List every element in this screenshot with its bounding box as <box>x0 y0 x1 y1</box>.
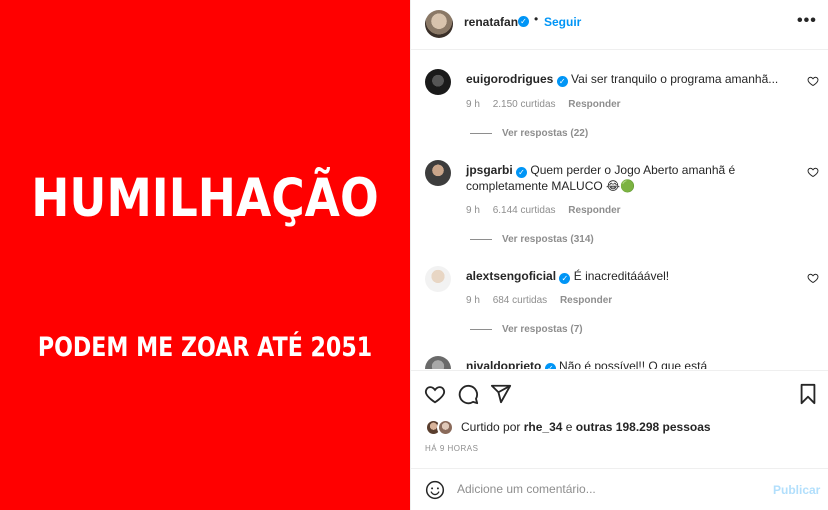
comment-meta: 9 h 684 curtidas Responder <box>466 295 622 306</box>
comment-time: 9 h <box>466 205 480 216</box>
post-side-panel: renatafan ✓ • Seguir ••• euigorodrigues … <box>410 0 828 510</box>
view-replies-label: Ver respostas (7) <box>502 324 583 335</box>
comment-text-block: alextsengoficial ✓ É inacreditááável! <box>466 268 786 284</box>
more-options-icon[interactable]: ••• <box>797 12 817 30</box>
post-timestamp[interactable]: HÁ 9 HORAS <box>425 444 478 453</box>
likes-text: Curtido por rhe_34 e outras 198.298 pess… <box>461 420 711 434</box>
replies-divider <box>470 132 492 134</box>
commenter-avatar[interactable] <box>425 69 451 95</box>
view-replies-label: Ver respostas (314) <box>502 234 594 245</box>
commenter-username[interactable]: euigorodrigues <box>466 72 553 86</box>
likes-connector: e <box>565 420 573 434</box>
comments-list[interactable]: euigorodrigues ✓ Vai ser tranquilo o pro… <box>411 51 828 369</box>
commenter-avatar[interactable] <box>425 160 451 186</box>
comment-time: 9 h <box>466 295 480 306</box>
comment-meta: 9 h 6.144 curtidas Responder <box>466 205 631 216</box>
verified-badge-icon: ✓ <box>518 16 529 27</box>
comment-likes[interactable]: 6.144 curtidas <box>493 205 556 216</box>
separator-dot: • <box>534 12 539 26</box>
comment-input[interactable] <box>457 479 757 499</box>
verified-badge-icon: ✓ <box>556 76 568 87</box>
commenter-username[interactable]: alextsengoficial <box>466 269 556 283</box>
verified-badge-icon: ✓ <box>559 273 571 284</box>
add-comment-bar: Publicar <box>411 468 828 510</box>
comment-like-heart-icon[interactable] <box>807 166 819 178</box>
publish-button[interactable]: Publicar <box>773 483 820 497</box>
post-image: HUMILHAÇÃO PODEM ME ZOAR ATÉ 2051 <box>0 0 410 510</box>
comment-likes[interactable]: 684 curtidas <box>493 295 547 306</box>
view-replies-button[interactable]: Ver respostas (314) <box>470 234 594 245</box>
share-send-icon[interactable] <box>490 383 512 405</box>
comment-meta: 9 h 2.150 curtidas Responder <box>466 99 631 110</box>
comment-like-heart-icon[interactable] <box>807 75 819 87</box>
author-username[interactable]: renatafan <box>464 15 518 29</box>
comment-like-heart-icon[interactable] <box>807 272 819 284</box>
follow-button[interactable]: Seguir <box>544 15 581 29</box>
likes-others[interactable]: outras 198.298 pessoas <box>576 420 711 434</box>
replies-divider <box>470 238 492 240</box>
post-subline: PODEM ME ZOAR ATÉ 2051 <box>37 332 373 363</box>
commenter-avatar[interactable] <box>425 266 451 292</box>
verified-badge-icon: ✓ <box>544 363 556 369</box>
author-avatar[interactable] <box>425 10 453 38</box>
post-header: renatafan ✓ • Seguir ••• <box>411 0 828 50</box>
comment-text-block: euigorodrigues ✓ Vai ser tranquilo o pro… <box>466 71 786 87</box>
reply-button[interactable]: Responder <box>568 205 620 216</box>
save-bookmark-icon[interactable] <box>798 383 818 405</box>
comment-likes[interactable]: 2.150 curtidas <box>493 99 556 110</box>
verified-badge-icon: ✓ <box>516 167 528 178</box>
commenter-avatar[interactable] <box>425 356 451 369</box>
comment-body: Vai ser tranquilo o programa amanhã... <box>571 72 779 86</box>
post-actions-bar: Curtido por rhe_34 e outras 198.298 pess… <box>411 370 828 467</box>
like-heart-icon[interactable] <box>424 383 446 405</box>
view-replies-button[interactable]: Ver respostas (22) <box>470 128 588 139</box>
post-headline: HUMILHAÇÃO <box>31 168 379 229</box>
comment-text-block: jpsgarbi ✓ Quem perder o Jogo Aberto ama… <box>466 162 786 194</box>
reply-button[interactable]: Responder <box>568 99 620 110</box>
likes-prefix: Curtido por <box>461 420 521 434</box>
reply-button[interactable]: Responder <box>560 295 612 306</box>
comment-time: 9 h <box>466 99 480 110</box>
liker-username[interactable]: rhe_34 <box>524 420 563 434</box>
comment-body: É inacreditááável! <box>573 269 670 283</box>
comment-icon[interactable] <box>457 383 479 405</box>
smiley-icon[interactable] <box>425 480 445 500</box>
commenter-username[interactable]: nivaldoprieto <box>466 359 541 369</box>
view-replies-label: Ver respostas (22) <box>502 128 589 139</box>
view-replies-button[interactable]: Ver respostas (7) <box>470 324 583 335</box>
comment-text-block: nivaldoprieto ✓ Não é possível!! O que e… <box>466 358 786 369</box>
commenter-username[interactable]: jpsgarbi <box>466 163 513 177</box>
replies-divider <box>470 328 492 330</box>
liker-avatar[interactable] <box>437 419 454 436</box>
